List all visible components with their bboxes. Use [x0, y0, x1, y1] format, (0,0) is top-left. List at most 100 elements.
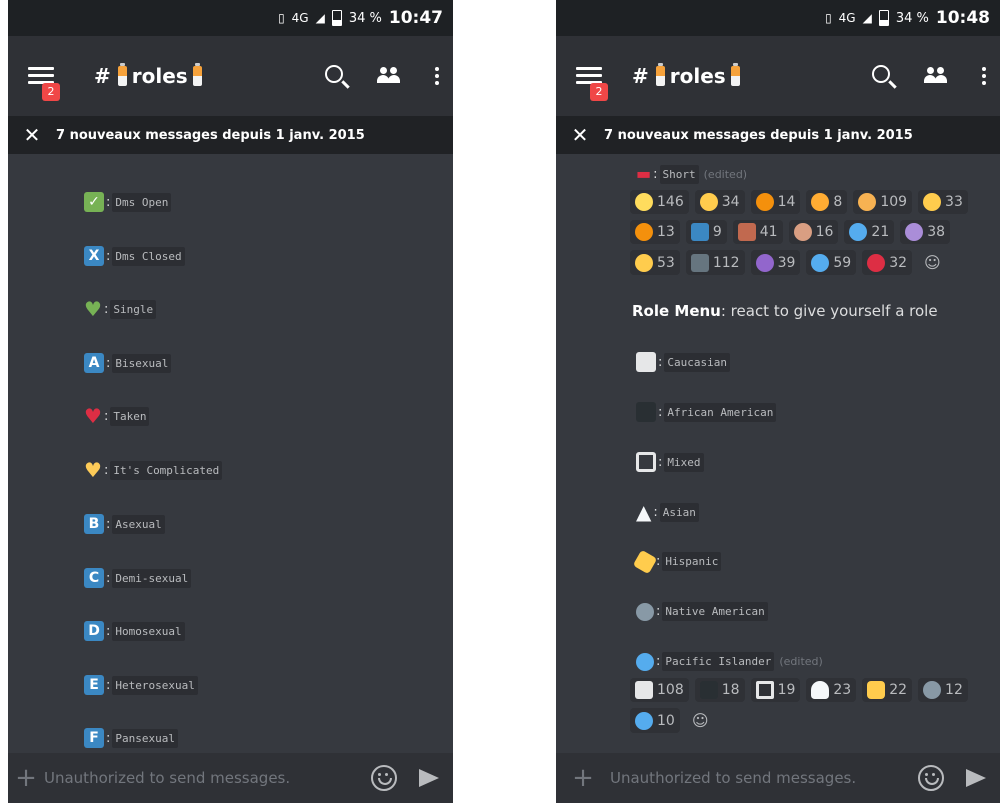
role-label: Short — [659, 164, 699, 184]
role-line: ♥: Single — [84, 299, 157, 319]
send-icon[interactable] — [419, 769, 439, 787]
members-icon[interactable] — [377, 64, 401, 89]
role-line: X: Dms Closed — [84, 246, 185, 266]
eggplant-icon — [755, 253, 774, 272]
reaction[interactable]: 18 — [694, 678, 745, 702]
reaction[interactable]: 59 — [806, 250, 857, 275]
message-input[interactable]: Unauthorized to send messages. — [44, 769, 371, 787]
check-mark-icon: ✓ — [84, 192, 104, 212]
app-bar: 2 # roles — [8, 36, 453, 116]
reaction[interactable]: 10 — [630, 708, 680, 733]
trophy-icon — [737, 223, 756, 241]
new-messages-text: 7 nouveaux messages depuis 1 janv. 2015 — [604, 127, 913, 143]
reaction[interactable]: 38 — [900, 220, 951, 244]
reaction[interactable]: 32 — [862, 250, 913, 275]
reaction[interactable]: 39 — [750, 250, 801, 275]
role-label: Mixed — [664, 452, 704, 472]
new-messages-bar[interactable]: ✕ 7 nouveaux messages depuis 1 janv. 201… — [556, 116, 1000, 154]
role-menu-text: Role Menu: react to give yourself a role — [632, 302, 938, 320]
role-label: Taken — [110, 406, 150, 426]
plus-icon[interactable]: + — [8, 763, 44, 793]
woman-blond-icon — [923, 193, 942, 211]
search-icon[interactable] — [872, 64, 890, 89]
message-input[interactable]: Unauthorized to send messages. — [610, 769, 918, 787]
reaction[interactable]: 8 — [806, 190, 848, 214]
rice-ball-icon — [811, 681, 830, 699]
reaction[interactable]: 13 — [630, 220, 680, 244]
reaction[interactable]: 16 — [788, 220, 839, 244]
signal-icon: ◢ — [862, 11, 872, 25]
reaction[interactable]: 34 — [694, 190, 745, 214]
reaction[interactable]: 12 — [918, 678, 968, 702]
reaction[interactable]: 109 — [853, 190, 913, 214]
role-line: ♥: It's Complicated — [84, 460, 223, 480]
send-icon[interactable] — [966, 769, 986, 787]
regional-d-icon: D — [84, 621, 104, 641]
black-square-icon — [699, 681, 718, 699]
white-square-button-icon — [636, 452, 656, 472]
reaction[interactable]: 22 — [862, 678, 913, 702]
battery-emoji-icon — [117, 63, 127, 86]
man-icon — [858, 193, 877, 211]
wolf-icon — [923, 681, 942, 699]
app-bar: 2 # roles — [556, 36, 1000, 116]
search-icon[interactable] — [325, 64, 343, 89]
emoji-icon[interactable] — [371, 765, 397, 791]
regional-e-icon: E — [84, 675, 104, 695]
battery-emoji-icon — [730, 63, 740, 86]
role-line: C: Demi-sexual — [84, 568, 192, 588]
regional-a-icon: A — [84, 353, 104, 373]
reaction[interactable]: 53 — [630, 250, 680, 275]
members-icon[interactable] — [924, 64, 948, 89]
white-square-icon — [635, 681, 653, 699]
role-label: Single — [110, 299, 157, 319]
role-line: E: Heterosexual — [84, 675, 198, 695]
plus-icon[interactable]: + — [556, 763, 610, 793]
blond-person-icon — [699, 193, 718, 211]
menu-icon[interactable]: 2 — [28, 67, 60, 101]
game-controller-icon — [690, 253, 709, 272]
role-line: : Native American — [636, 602, 768, 621]
add-reaction-icon[interactable]: ☺ — [686, 708, 715, 733]
close-icon[interactable]: ✕ — [8, 123, 56, 147]
reaction[interactable]: 21 — [844, 220, 895, 244]
new-messages-bar[interactable]: ✕ 7 nouveaux messages depuis 1 janv. 201… — [8, 116, 453, 154]
battery-icon — [331, 10, 342, 26]
role-label: Caucasian — [664, 352, 730, 372]
reaction[interactable]: 41 — [732, 220, 783, 244]
reaction[interactable]: 112 — [685, 250, 745, 275]
role-line: : Pacific Islander (edited) — [636, 652, 823, 671]
overflow-menu-icon[interactable] — [982, 67, 986, 85]
phone-screen-left: ▯ 4G ◢ 34 % 10:47 2 # roles ✕ 7 nouveaux… — [8, 0, 453, 803]
person-gesturing-icon — [905, 223, 924, 241]
menu-icon[interactable]: 2 — [576, 67, 608, 101]
reaction[interactable]: 23 — [806, 678, 857, 702]
channel-title: # roles — [632, 63, 740, 88]
role-line: : Caucasian — [636, 352, 730, 372]
channel-name: roles — [669, 64, 726, 88]
hash-icon: # — [632, 64, 649, 88]
add-reaction-icon[interactable]: ☺ — [918, 250, 947, 275]
overflow-menu-icon[interactable] — [435, 67, 439, 85]
role-line: F: Pansexual — [84, 728, 178, 748]
wave-icon — [636, 652, 654, 671]
old-man-icon — [635, 193, 653, 211]
role-line: ✓: Dms Open — [84, 192, 172, 212]
notification-badge: 2 — [590, 83, 608, 101]
reaction[interactable]: 19 — [750, 678, 801, 702]
burrito-icon — [867, 681, 886, 699]
network-label: 4G — [838, 11, 856, 25]
airplane-icon — [811, 253, 830, 272]
reaction[interactable]: 14 — [750, 190, 801, 214]
reaction[interactable]: 33 — [918, 190, 968, 214]
close-icon[interactable]: ✕ — [556, 123, 604, 147]
emoji-icon[interactable] — [918, 765, 944, 791]
hash-icon: # — [94, 64, 111, 88]
reaction[interactable]: 146 — [630, 190, 689, 214]
role-label: Pacific Islander — [662, 652, 775, 671]
vibrate-icon: ▯ — [278, 11, 285, 25]
reaction[interactable]: 108 — [630, 678, 689, 702]
phone-screen-right: ▯ 4G ◢ 34 % 10:48 2 # roles ✕ 7 nouveaux… — [556, 0, 1000, 803]
reaction[interactable]: 9 — [685, 220, 727, 244]
rice-ball-icon: ▲ — [636, 500, 652, 524]
